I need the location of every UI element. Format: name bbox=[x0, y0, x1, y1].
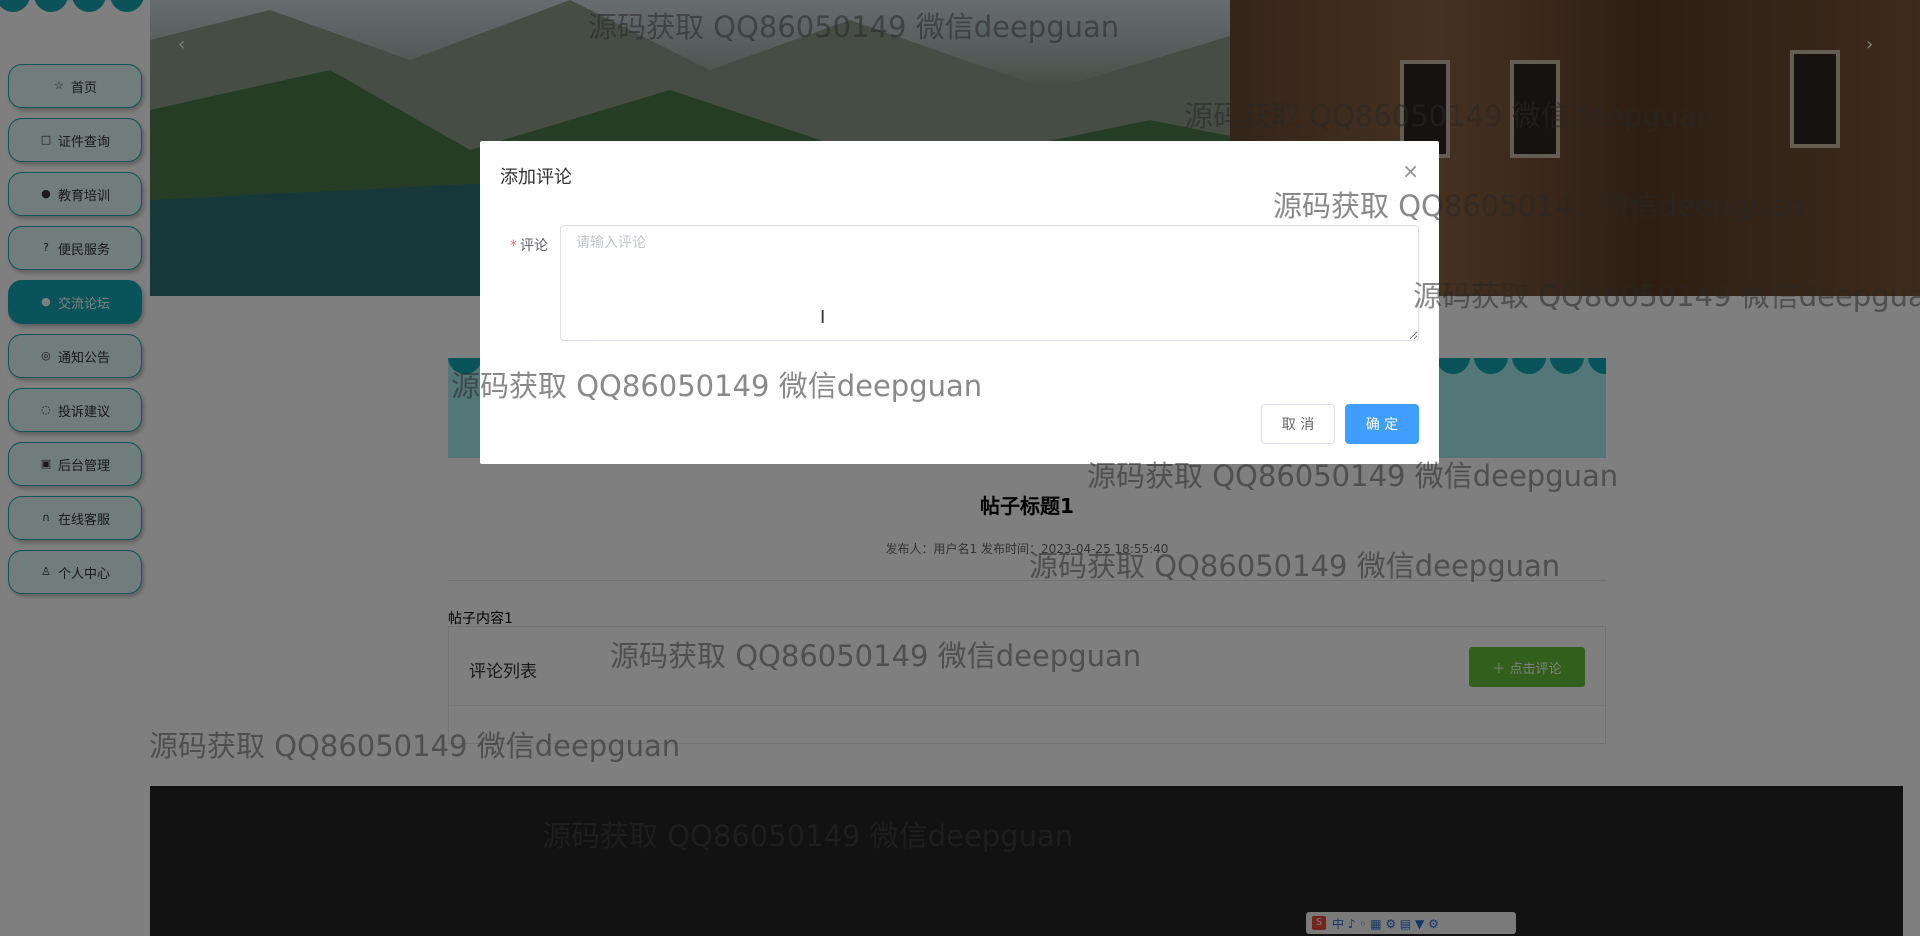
comment-label-text: 评论 bbox=[520, 238, 548, 254]
comment-textarea[interactable] bbox=[560, 225, 1419, 341]
comment-field-label: * 评论 bbox=[510, 235, 548, 255]
required-mark: * bbox=[510, 238, 517, 254]
cancel-button[interactable]: 取 消 bbox=[1261, 404, 1335, 444]
text-cursor-icon: I bbox=[820, 307, 826, 328]
confirm-button[interactable]: 确 定 bbox=[1345, 404, 1419, 444]
close-icon[interactable]: × bbox=[1402, 159, 1419, 183]
dialog-title: 添加评论 bbox=[500, 167, 572, 188]
add-comment-dialog: 添加评论 × *评论 I 取 消 确 定 bbox=[480, 141, 1439, 464]
